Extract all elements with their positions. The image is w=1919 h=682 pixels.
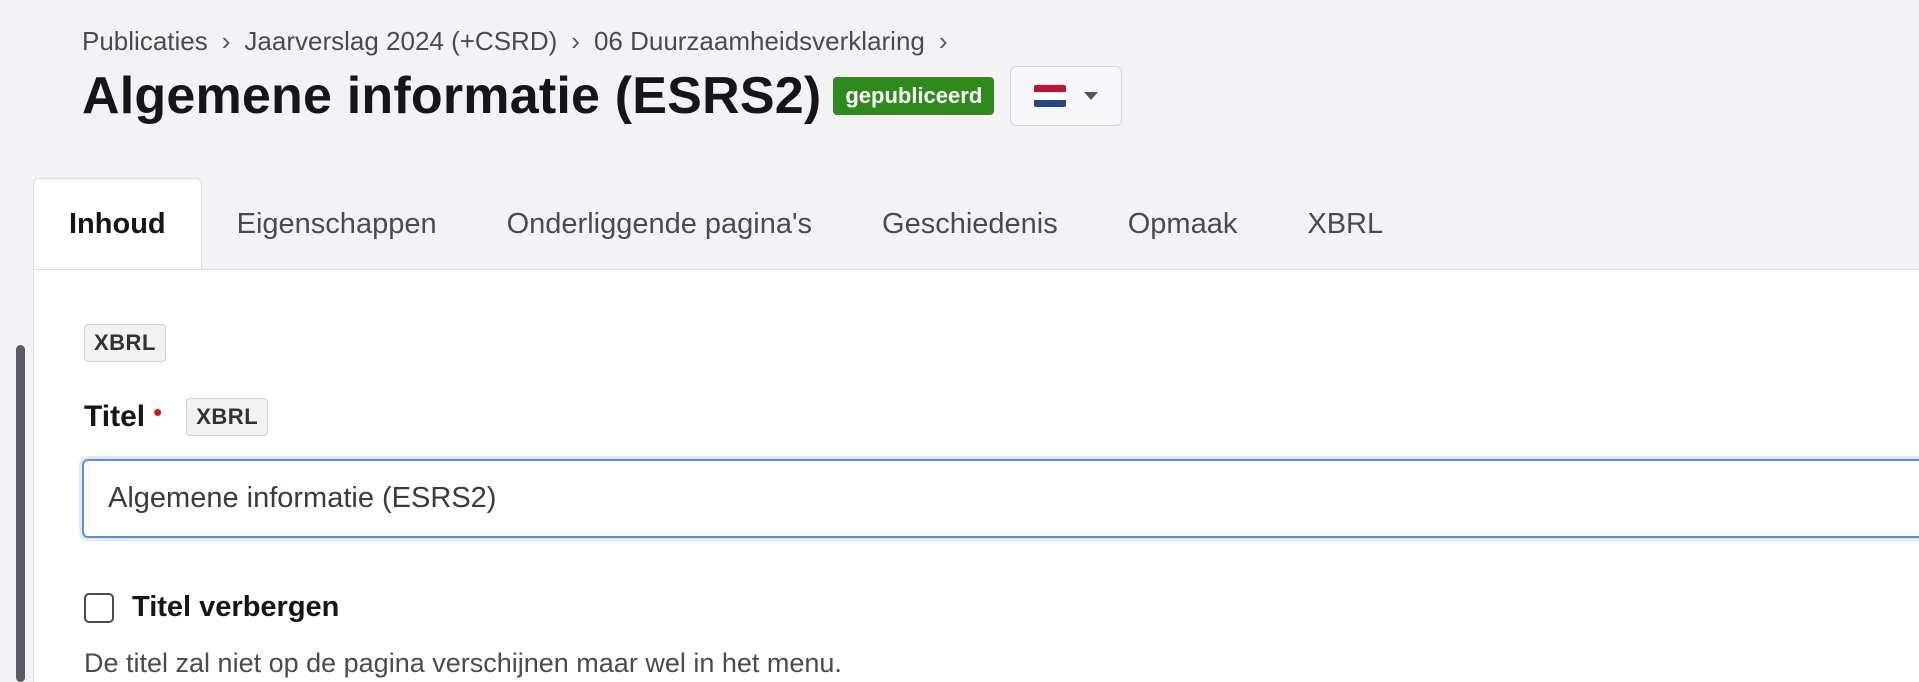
title-row: Algemene informatie (ESRS2) gepubliceerd [82,66,1123,126]
tab-eigenschappen[interactable]: Eigenschappen [202,178,472,270]
required-marker: • [153,396,163,427]
breadcrumb-item-jaarverslag[interactable]: Jaarverslag 2024 (+CSRD) [244,26,557,57]
tab-onderliggende-paginas[interactable]: Onderliggende pagina's [472,178,847,270]
title-input[interactable] [82,459,1919,538]
xbrl-tag: XBRL [84,324,166,362]
breadcrumb-item-publicaties[interactable]: Publicaties [82,26,208,57]
tab-geschiedenis[interactable]: Geschiedenis [847,178,1093,270]
title-field-label-row: Titel • XBRL [84,396,269,436]
tab-opmaak[interactable]: Opmaak [1093,178,1273,270]
breadcrumb-separator: › [938,26,948,56]
title-field-label: Titel [84,400,146,433]
breadcrumb: Publicaties › Jaarverslag 2024 (+CSRD) ›… [82,26,962,57]
scrollbar[interactable] [16,345,25,682]
tab-inhoud[interactable]: Inhoud [33,178,202,270]
hide-title-checkbox[interactable] [84,592,114,623]
tab-xbrl[interactable]: XBRL [1272,178,1418,270]
language-select[interactable] [1010,66,1123,126]
tab-bar: Inhoud Eigenschappen Onderliggende pagin… [33,178,1919,270]
breadcrumb-separator: › [221,26,231,56]
flag-nl-icon [1034,85,1067,107]
status-badge: gepubliceerd [833,77,995,115]
title-xbrl-tag: XBRL [186,398,269,436]
breadcrumb-item-duurzaamheidsverklaring[interactable]: 06 Duurzaamheidsverklaring [594,26,925,57]
caret-down-icon [1084,92,1099,100]
breadcrumb-separator: › [571,26,580,56]
hide-title-label[interactable]: Titel verbergen [132,591,339,624]
page-title: Algemene informatie (ESRS2) [82,67,822,125]
hide-title-help: De titel zal niet op de pagina verschijn… [84,648,842,678]
hide-title-row: Titel verbergen [84,591,339,624]
